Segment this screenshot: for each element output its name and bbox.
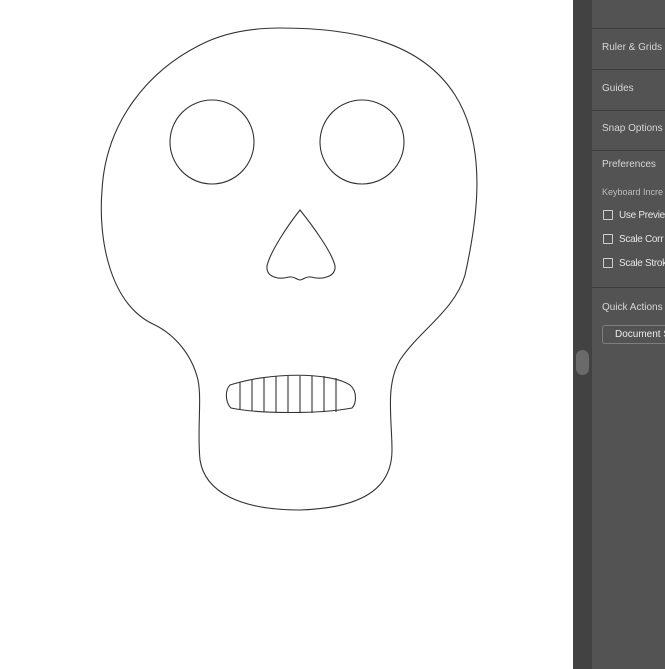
guides-section[interactable]: Guides <box>592 70 665 111</box>
left-eye-socket <box>169 99 255 185</box>
guides-label: Guides <box>602 83 634 94</box>
nose-cavity <box>266 209 336 281</box>
document-setup-label: Document S <box>615 329 665 340</box>
snap-options-label: Snap Options <box>602 123 663 134</box>
teeth-dividers <box>239 376 337 413</box>
scale-corners-label: Scale Corr <box>619 233 664 245</box>
ruler-grids-section[interactable]: Ruler & Grids <box>592 29 665 70</box>
artboard-canvas[interactable] <box>0 0 573 669</box>
vertical-scrollbar[interactable] <box>573 0 592 669</box>
scale-strokes-option[interactable]: Scale Strok <box>603 256 665 270</box>
properties-panel: Ruler & Grids Guides Snap Options Prefer… <box>592 0 665 669</box>
use-preview-bounds-option[interactable]: Use Previe <box>603 208 665 222</box>
panel-top-section <box>592 0 665 29</box>
skull-head-outline <box>100 27 478 511</box>
scrollbar-thumb[interactable] <box>576 350 589 375</box>
scale-strokes-label: Scale Strok <box>619 257 665 269</box>
quick-actions-heading: Quick Actions <box>602 302 663 313</box>
preferences-heading: Preferences <box>602 159 656 170</box>
use-preview-label: Use Previe <box>619 209 665 221</box>
scale-strokes-checkbox[interactable] <box>603 258 613 268</box>
scale-corners-checkbox[interactable] <box>603 234 613 244</box>
keyboard-increment-label: Keyboard Incre <box>602 187 664 197</box>
ruler-grids-label: Ruler & Grids <box>602 42 663 53</box>
panel-divider <box>592 287 665 288</box>
use-preview-checkbox[interactable] <box>603 210 613 220</box>
right-eye-socket <box>319 99 405 185</box>
document-setup-button[interactable]: Document S <box>602 325 665 344</box>
snap-options-section[interactable]: Snap Options <box>592 110 665 151</box>
skull-artwork <box>100 27 478 511</box>
scale-corners-option[interactable]: Scale Corr <box>603 232 664 246</box>
